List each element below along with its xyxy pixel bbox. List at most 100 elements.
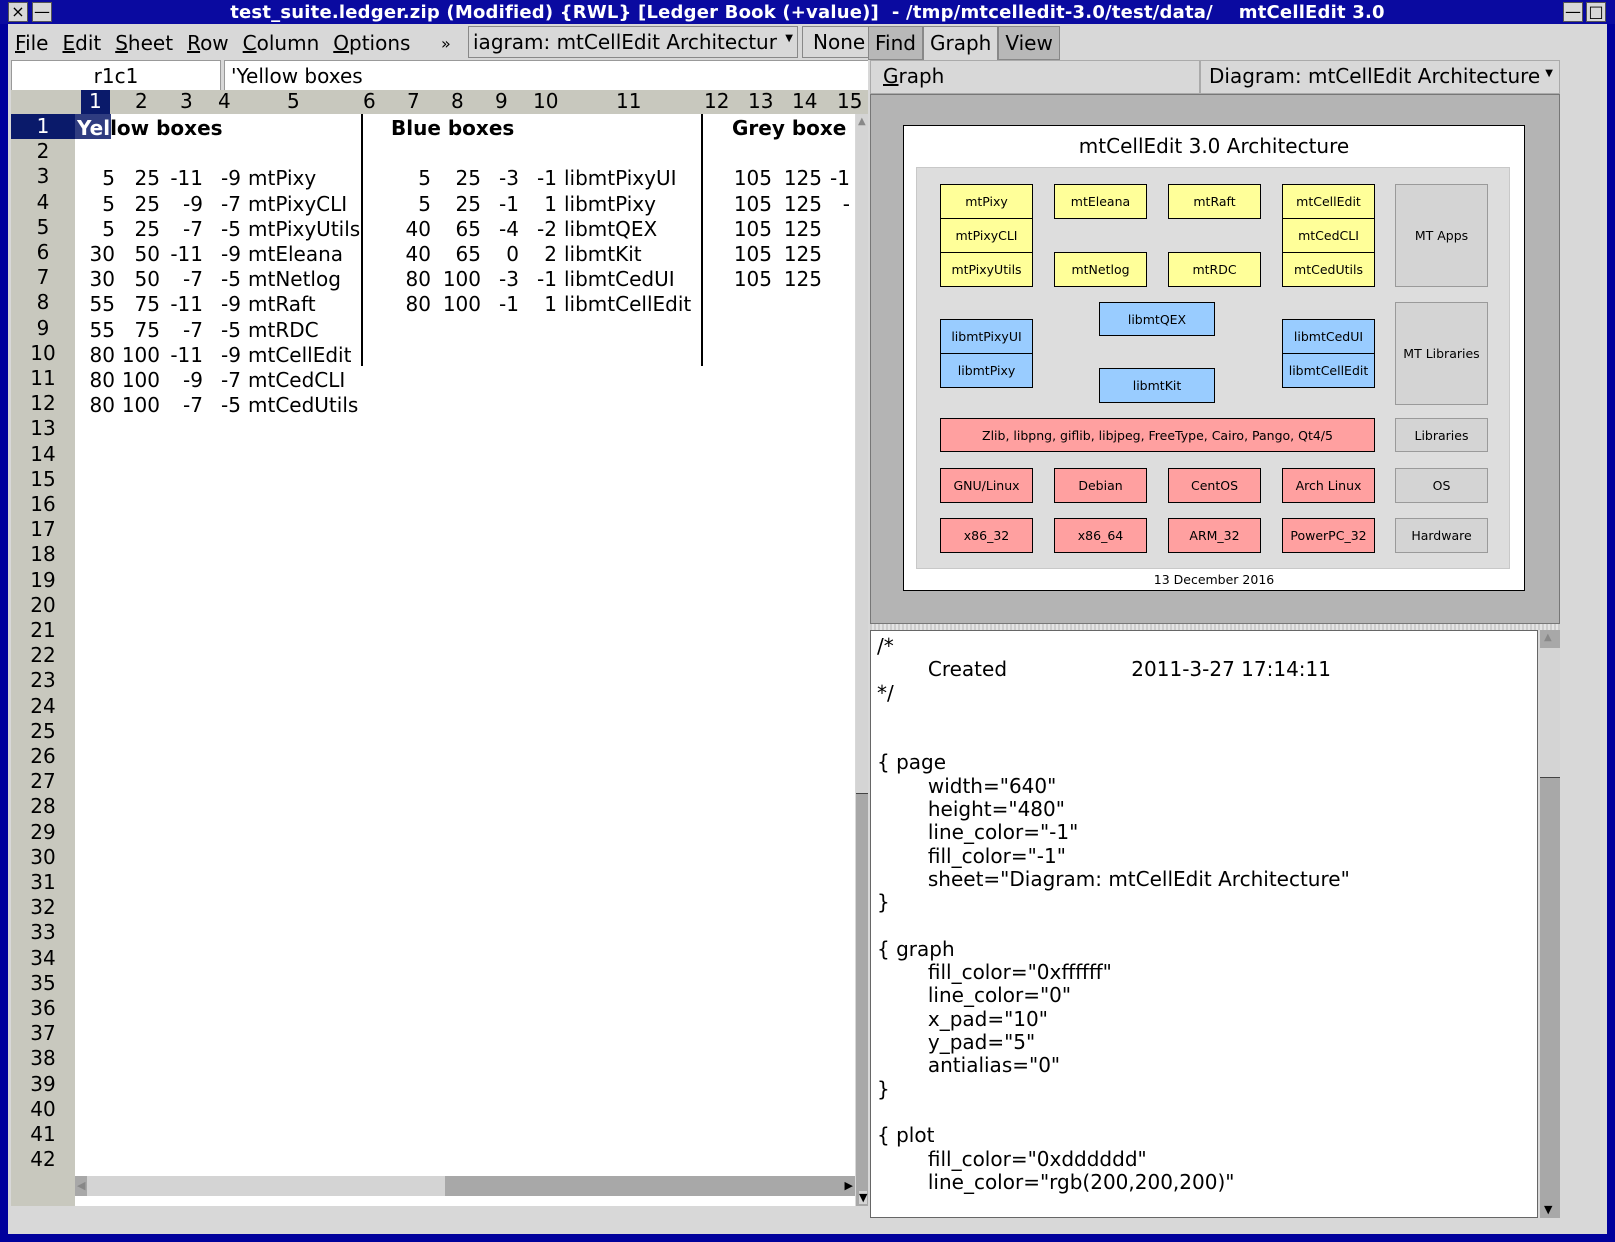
- column-header-3[interactable]: 3: [180, 89, 193, 113]
- sheet-cell[interactable]: 125: [762, 217, 822, 241]
- sheet-cell[interactable]: libmtKit: [564, 242, 642, 266]
- row-header-38[interactable]: 38: [11, 1046, 75, 1071]
- sheet-cell[interactable]: -1: [790, 166, 850, 190]
- sheet-cell[interactable]: 125: [762, 242, 822, 266]
- sheet-cell[interactable]: mtEleana: [248, 242, 343, 266]
- sheet-cell[interactable]: mtPixy: [248, 166, 316, 190]
- row-header-17[interactable]: 17: [11, 517, 75, 542]
- row-header-22[interactable]: 22: [11, 643, 75, 668]
- row-header-8[interactable]: 8: [11, 290, 75, 315]
- sheet-cell[interactable]: libmtPixy: [564, 192, 656, 216]
- sheet-cell[interactable]: 2: [497, 242, 557, 266]
- sheet-cell[interactable]: -9: [181, 166, 241, 190]
- row-header-37[interactable]: 37: [11, 1021, 75, 1046]
- sheet-cell[interactable]: 1: [497, 292, 557, 316]
- column-header-14[interactable]: 14: [792, 89, 817, 113]
- row-header-10[interactable]: 10: [11, 341, 75, 366]
- row-header-19[interactable]: 19: [11, 568, 75, 593]
- row-header-23[interactable]: 23: [11, 668, 75, 693]
- column-header-9[interactable]: 9: [495, 89, 508, 113]
- sheet-cell[interactable]: -5: [181, 393, 241, 417]
- menu-options[interactable]: Options: [326, 31, 417, 55]
- row-header-36[interactable]: 36: [11, 996, 75, 1021]
- column-header-7[interactable]: 7: [407, 89, 420, 113]
- row-header-20[interactable]: 20: [11, 593, 75, 618]
- row-header-32[interactable]: 32: [11, 895, 75, 920]
- scroll-down-arrow-icon[interactable]: ▼: [859, 1191, 868, 1204]
- minimize-icon[interactable]: —: [1563, 2, 1583, 22]
- sheet-cell[interactable]: mtPixyUtils: [248, 217, 360, 241]
- row-header-41[interactable]: 41: [11, 1122, 75, 1147]
- menu-edit[interactable]: Edit: [55, 31, 108, 55]
- row-header-26[interactable]: 26: [11, 744, 75, 769]
- sheet-cell[interactable]: mtCedCLI: [248, 368, 345, 392]
- row-header-30[interactable]: 30: [11, 845, 75, 870]
- sheet-cell[interactable]: mtCedUtils: [248, 393, 358, 417]
- column-header-5[interactable]: 5: [287, 89, 300, 113]
- cell-reference-field[interactable]: r1c1: [11, 60, 221, 92]
- column-header-10[interactable]: 10: [533, 89, 558, 113]
- sheet-cell[interactable]: -5: [181, 318, 241, 342]
- scroll-right-arrow-icon[interactable]: ▶: [845, 1179, 853, 1192]
- row-header-16[interactable]: 16: [11, 492, 75, 517]
- scroll-up-arrow-icon[interactable]: ▲: [858, 116, 866, 127]
- sheet-cell[interactable]: -: [790, 192, 850, 216]
- sheet-cell[interactable]: 125: [762, 267, 822, 291]
- menu-sheet[interactable]: Sheet: [108, 31, 180, 55]
- column-header-13[interactable]: 13: [748, 89, 773, 113]
- row-header-21[interactable]: 21: [11, 618, 75, 643]
- sheet-cell[interactable]: mtNetlog: [248, 267, 341, 291]
- row-header-1[interactable]: 1: [11, 114, 75, 139]
- column-header-8[interactable]: 8: [451, 89, 464, 113]
- row-header-2[interactable]: 2: [11, 139, 75, 164]
- column-header-4[interactable]: 4: [218, 89, 231, 113]
- row-header-40[interactable]: 40: [11, 1097, 75, 1122]
- row-header-12[interactable]: 12: [11, 391, 75, 416]
- sheet-cell[interactable]: -7: [181, 192, 241, 216]
- row-header-15[interactable]: 15: [11, 467, 75, 492]
- sheet-cell[interactable]: mtRDC: [248, 318, 319, 342]
- row-header-31[interactable]: 31: [11, 870, 75, 895]
- sheet-cell[interactable]: libmtCellEdit: [564, 292, 691, 316]
- sheet-cell[interactable]: 1: [497, 192, 557, 216]
- row-header-6[interactable]: 6: [11, 240, 75, 265]
- scroll-left-arrow-icon[interactable]: ◀: [77, 1179, 85, 1192]
- column-header-2[interactable]: 2: [135, 89, 148, 113]
- sheet-cell[interactable]: -1: [497, 166, 557, 190]
- graph-menu-button[interactable]: Graph: [870, 60, 1200, 94]
- row-header-13[interactable]: 13: [11, 416, 75, 441]
- maximize-icon[interactable]: □: [1586, 2, 1606, 22]
- row-header-42[interactable]: 42: [11, 1147, 75, 1172]
- row-header-34[interactable]: 34: [11, 946, 75, 971]
- sheet-cell[interactable]: mtPixyCLI: [248, 192, 347, 216]
- diagram-select[interactable]: Diagram: mtCellEdit Architecture ▼: [1200, 60, 1560, 94]
- row-header-24[interactable]: 24: [11, 694, 75, 719]
- column-header-11[interactable]: 11: [616, 89, 641, 113]
- sheet-cell[interactable]: libmtQEX: [564, 217, 657, 241]
- graph-source-editor[interactable]: /* Created 2011-3-27 17:14:11 */ { page …: [870, 630, 1538, 1218]
- sheet-grid[interactable]: Yellow boxes Blue boxes Grey boxe 5 25 -11…: [75, 114, 855, 1206]
- tab-graph[interactable]: Graph: [922, 26, 999, 60]
- menu-column[interactable]: Column: [236, 31, 327, 55]
- sheet-cell[interactable]: libmtCedUI: [564, 267, 675, 291]
- row-header-18[interactable]: 18: [11, 542, 75, 567]
- editor-vertical-scrollbar[interactable]: ▲ ▼: [1540, 630, 1560, 1218]
- sheet-cell[interactable]: -7: [181, 368, 241, 392]
- scroll-up-arrow-icon[interactable]: ▲: [1544, 632, 1552, 643]
- sheet-horizontal-scrollbar[interactable]: ◀ ▶: [75, 1176, 855, 1196]
- row-header-9[interactable]: 9: [11, 316, 75, 341]
- row-header-28[interactable]: 28: [11, 794, 75, 819]
- column-header-6[interactable]: 6: [363, 89, 376, 113]
- cell-content-input[interactable]: 'Yellow boxes: [224, 60, 892, 92]
- menu-overflow-button[interactable]: »: [438, 34, 454, 53]
- row-header-39[interactable]: 39: [11, 1072, 75, 1097]
- scrollbar-thumb[interactable]: [87, 1176, 445, 1196]
- row-header-4[interactable]: 4: [11, 190, 75, 215]
- row-header-11[interactable]: 11: [11, 366, 75, 391]
- sheet-cell[interactable]: -2: [497, 217, 557, 241]
- sheet-cell[interactable]: -9: [181, 343, 241, 367]
- sheet-cell[interactable]: -1: [497, 267, 557, 291]
- sheet-cell[interactable]: -5: [181, 267, 241, 291]
- row-header-7[interactable]: 7: [11, 265, 75, 290]
- sheet-cell[interactable]: -9: [181, 242, 241, 266]
